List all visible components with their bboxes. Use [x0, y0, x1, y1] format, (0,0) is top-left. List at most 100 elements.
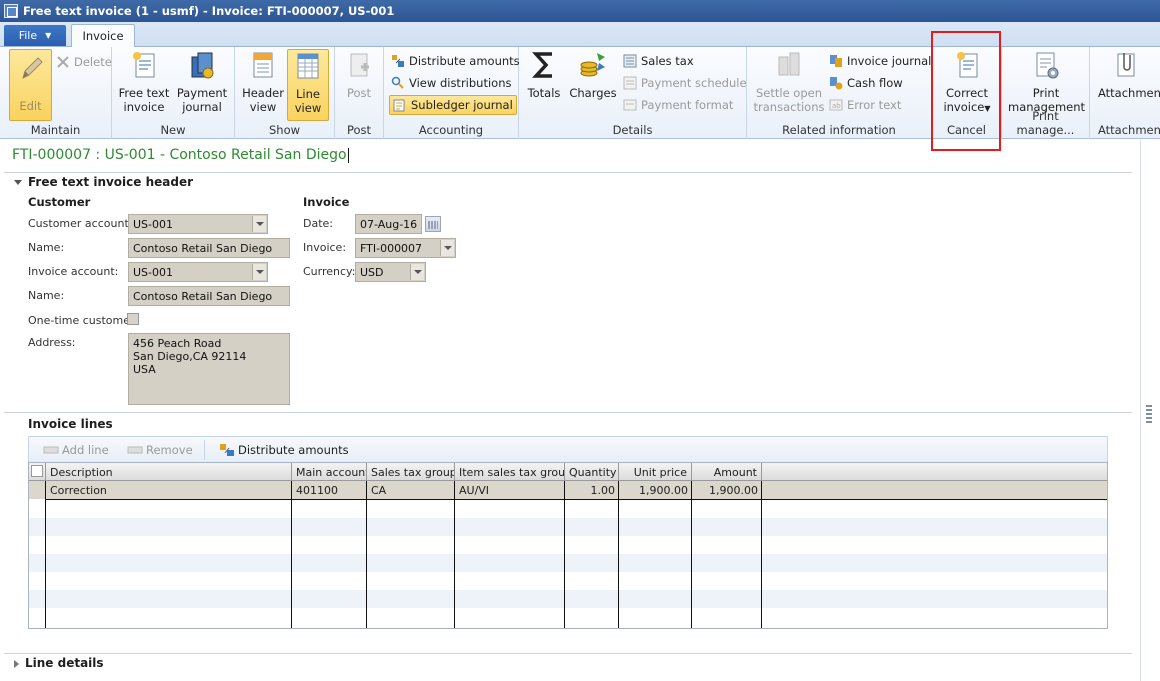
totals-button[interactable]: Totals — [524, 49, 564, 100]
select-all-cell[interactable] — [29, 463, 46, 481]
column-divider — [291, 481, 292, 628]
subledger-journal-label: Subledger journal — [411, 98, 513, 112]
add-line-icon — [43, 446, 59, 454]
column-header-main-account[interactable]: Main account — [292, 463, 367, 481]
invoice-account-value: US-001 — [133, 266, 173, 279]
table-row[interactable]: Correction 401100 CA AU/VI 1.00 1,900.00… — [29, 481, 1107, 499]
cell-main-account[interactable]: 401100 — [292, 481, 367, 499]
empty-row — [29, 590, 1107, 608]
print-management-label-1: Print — [1032, 86, 1060, 100]
line-details-toggle[interactable]: Line details — [14, 656, 104, 670]
cell-description[interactable]: Correction — [46, 481, 292, 499]
highlight-box — [931, 31, 1001, 151]
line-view-button[interactable]: Line view — [287, 49, 329, 121]
currency-field[interactable]: USD — [355, 262, 426, 282]
column-header-unit-price[interactable]: Unit price — [619, 463, 692, 481]
payment-journal-label-2: journal — [182, 100, 222, 114]
column-header-description[interactable]: Description — [46, 463, 292, 481]
customer-account-field[interactable]: US-001 — [128, 214, 268, 234]
invoice-name-field[interactable]: Contoso Retail San Diego — [128, 286, 290, 306]
free-text-invoice-button[interactable]: Free text invoice — [118, 49, 170, 114]
cash-flow-label: Cash flow — [847, 76, 903, 90]
empty-row — [29, 554, 1107, 572]
distribute-amounts-lines-label: Distribute amounts — [238, 443, 349, 457]
date-field[interactable]: 07-Aug-16 — [355, 214, 422, 234]
paperclip-icon — [1117, 53, 1135, 77]
column-header-sales-tax-group[interactable]: Sales tax group — [367, 463, 455, 481]
payment-schedule-button[interactable]: Payment schedule — [623, 74, 747, 92]
pane-resize-handle[interactable] — [1146, 405, 1152, 425]
group-label-attachments: Attachments — [1098, 123, 1160, 137]
charges-label: Charges — [569, 86, 617, 100]
column-divider — [366, 481, 367, 628]
invoice-number-value: FTI-000007 — [360, 242, 423, 255]
column-header-item-sales-tax-group[interactable]: Item sales tax group — [455, 463, 565, 481]
file-tab[interactable]: File ▼ — [4, 25, 66, 46]
payment-journal-button[interactable]: Payment journal — [174, 49, 230, 114]
address-field[interactable]: 456 Peach Road San Diego,CA 92114 USA — [128, 333, 290, 405]
tab-invoice[interactable]: Invoice — [71, 24, 135, 47]
cell-unit-price[interactable]: 1,900.00 — [619, 481, 692, 499]
cell-quantity[interactable]: 1.00 — [565, 481, 619, 499]
sales-tax-button[interactable]: Sales tax — [623, 52, 694, 70]
edit-label: Edit — [19, 99, 42, 113]
dropdown-arrow-icon[interactable] — [252, 216, 266, 232]
currency-value: USD — [360, 266, 384, 279]
distribute-amounts-button[interactable]: Distribute amounts — [391, 52, 520, 70]
calendar-icon[interactable] — [425, 216, 441, 232]
add-line-button[interactable]: Add line — [43, 441, 109, 459]
header-view-icon — [253, 52, 273, 78]
cell-amount[interactable]: 1,900.00 — [692, 481, 762, 499]
invoice-journal-button[interactable]: Invoice journal — [829, 52, 931, 70]
subledger-journal-button[interactable]: Subledger journal — [389, 95, 517, 115]
delete-x-icon — [57, 56, 69, 68]
header-view-button[interactable]: Header view — [241, 49, 285, 114]
invoice-account-field[interactable]: US-001 — [128, 262, 268, 282]
view-distributions-icon — [391, 76, 404, 89]
post-icon — [350, 53, 369, 77]
group-related-information: Settle open transactions Invoice journal… — [747, 47, 932, 139]
settle-open-label-2: transactions — [753, 100, 825, 114]
delete-button[interactable]: Delete — [56, 53, 112, 71]
sales-tax-label: Sales tax — [641, 54, 694, 68]
group-maintain: Edit Delete Maintain — [0, 47, 112, 139]
empty-row — [29, 500, 1107, 518]
edit-button[interactable]: Edit — [9, 49, 52, 121]
invoice-number-field[interactable]: FTI-000007 — [355, 238, 456, 258]
free-text-invoice-header-toggle[interactable]: Free text invoice header — [14, 175, 193, 189]
group-accounting: Distribute amounts View distributions Su… — [384, 47, 520, 139]
post-label: Post — [346, 86, 372, 100]
remove-button[interactable]: Remove — [127, 441, 193, 459]
divider — [4, 412, 1132, 413]
cell-item-sales-tax-group[interactable]: AU/VI — [455, 481, 565, 499]
group-label-new: New — [160, 123, 186, 137]
charges-button[interactable]: Charges — [569, 49, 617, 100]
one-time-customer-label: One-time customer: — [28, 314, 139, 327]
post-button[interactable]: Post — [341, 49, 377, 100]
cash-flow-button[interactable]: Cash flow — [829, 74, 903, 92]
attachments-button[interactable]: Attachments — [1098, 49, 1160, 100]
file-tab-label: File — [18, 29, 38, 42]
invoice-journal-icon — [830, 55, 842, 67]
date-label: Date: — [303, 217, 333, 230]
settle-open-label-1: Settle open — [755, 86, 823, 100]
print-management-button[interactable]: Print management — [1008, 49, 1085, 114]
view-distributions-button[interactable]: View distributions — [391, 74, 511, 92]
column-header-quantity[interactable]: Quantity — [565, 463, 619, 481]
payment-schedule-label: Payment schedule — [641, 76, 747, 90]
dropdown-arrow-icon[interactable] — [252, 264, 266, 280]
error-text-button[interactable]: ab Error text — [829, 96, 901, 114]
dropdown-arrow-icon[interactable] — [440, 240, 454, 256]
one-time-customer-checkbox[interactable] — [127, 313, 139, 325]
settle-open-transactions-button[interactable]: Settle open transactions — [752, 49, 826, 114]
distribute-amounts-lines-button[interactable]: Distribute amounts — [219, 441, 349, 459]
customer-name-field[interactable]: Contoso Retail San Diego — [128, 238, 290, 258]
column-divider — [761, 481, 762, 628]
dropdown-arrow-icon[interactable] — [410, 264, 424, 280]
invoice-lines-grid: Description Main account Sales tax group… — [28, 462, 1108, 629]
payment-format-button[interactable]: Payment format — [623, 96, 733, 114]
distribute-amounts-label: Distribute amounts — [409, 54, 520, 68]
cell-sales-tax-group[interactable]: CA — [367, 481, 455, 499]
column-header-amount[interactable]: Amount — [692, 463, 762, 481]
select-all-checkbox[interactable] — [31, 465, 43, 477]
